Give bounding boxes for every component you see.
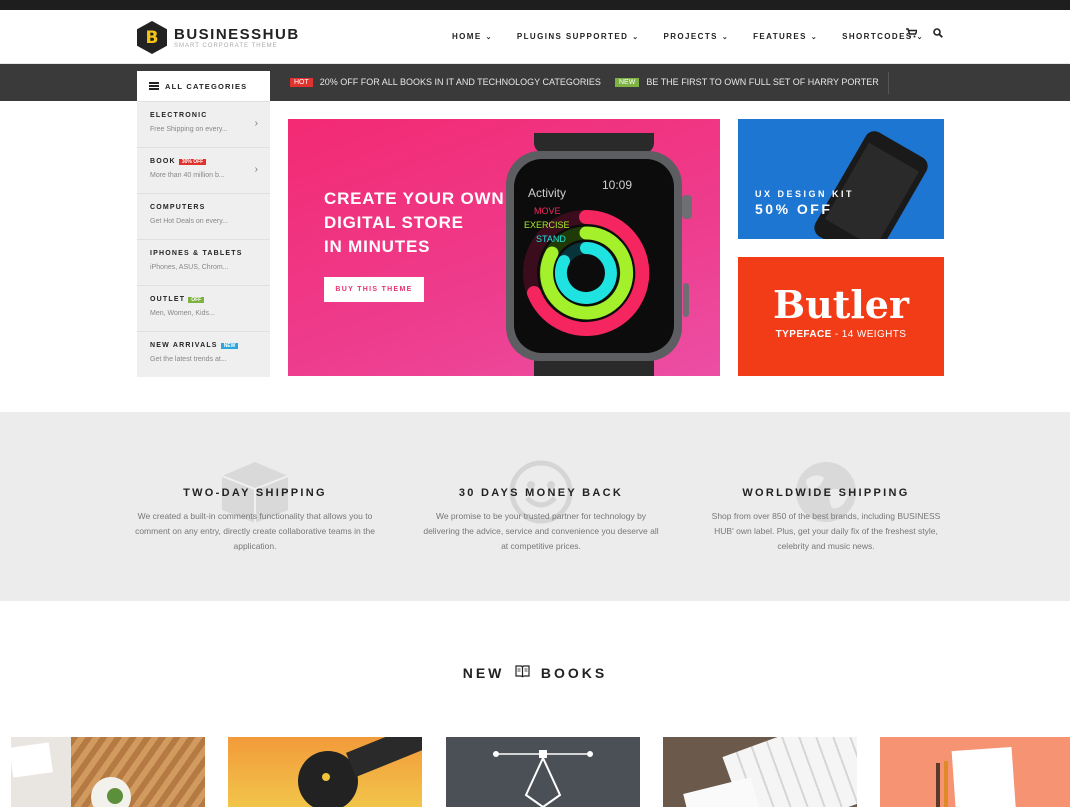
promo-text: BE THE FIRST TO OWN FULL SET OF HARRY PO…: [646, 77, 879, 87]
category-sub: Get the latest trends at...: [150, 356, 227, 363]
category-item-electronic[interactable]: ELECTRONIC Free Shipping on every... ›: [137, 101, 270, 147]
feature-title: WORLDWIDE SHIPPING: [742, 487, 910, 499]
promo-hot[interactable]: HOT 20% OFF FOR ALL BOOKS IN IT AND TECH…: [290, 77, 601, 87]
book-card[interactable]: [880, 737, 1070, 807]
book-card[interactable]: [228, 737, 422, 807]
nav-item-home[interactable]: HOME ⌄: [452, 32, 493, 41]
feature-title: TWO-DAY SHIPPING: [183, 487, 327, 499]
chevron-down-icon: ⌄: [721, 33, 730, 41]
promo-new[interactable]: NEW BE THE FIRST TO OWN FULL SET OF HARR…: [615, 77, 879, 87]
chevron-down-icon: ⌄: [632, 33, 640, 41]
nav-item-plugins[interactable]: PLUGINS SUPPORTED ⌄: [517, 32, 640, 41]
chevron-down-icon: ⌄: [485, 33, 493, 41]
top-strip: [0, 0, 1070, 10]
nav-item-features[interactable]: FEATURES ⌄: [753, 32, 818, 41]
hot-badge: HOT: [290, 77, 313, 87]
feature-text: We created a built-in comments functiona…: [135, 511, 375, 551]
watch-app-label: Activity: [528, 186, 566, 200]
nav-label: FEATURES: [753, 32, 807, 41]
hero-title-line: IN MINUTES: [324, 237, 431, 256]
butler-banner[interactable]: Butler TYPEFACE - 14 WEIGHTS: [738, 257, 944, 376]
ux-kit-text: UX DESIGN KIT 50% OFF: [755, 189, 854, 217]
book-card[interactable]: [11, 737, 205, 807]
category-sub: Get Hot Deals on every...: [150, 218, 229, 225]
category-title: NEW ARRIVALS: [150, 342, 218, 349]
chevron-right-icon: ›: [254, 164, 258, 175]
category-title: BOOK: [150, 158, 176, 165]
site-header: B BUSINESSHUB SMART CORPORATE THEME HOME…: [0, 10, 1070, 64]
category-badge: 30% OFF: [178, 158, 207, 165]
chevron-down-icon: ⌄: [810, 33, 819, 41]
heading-word: BOOKS: [540, 665, 608, 681]
watch-time: 10:09: [602, 178, 632, 192]
category-sub: Free Shipping on every...: [150, 126, 228, 133]
category-item-new-arrivals[interactable]: NEW ARRIVALS NEW Get the latest trends at…: [137, 331, 270, 377]
hero-title: CREATE YOUR OWN DIGITAL STORE IN MINUTES: [324, 187, 514, 259]
category-title: COMPUTERS: [150, 204, 206, 211]
logo-hex-icon: B: [137, 21, 167, 54]
smartwatch-image: Activity 10:09 MOVE EXERCISE STAND: [506, 133, 692, 376]
book-icon: [515, 665, 537, 681]
feature-worldwide: WORLDWIDE SHIPPING Shop from over 850 of…: [706, 458, 946, 554]
all-categories-toggle[interactable]: ALL CATEGORIES: [137, 71, 270, 101]
category-item-outlet[interactable]: OUTLET OFF Men, Women, Kids...: [137, 285, 270, 331]
brand-name: BUSINESSHUB: [174, 25, 300, 43]
heading-word: NEW: [462, 665, 505, 681]
features-section: TWO-DAY SHIPPING We created a built-in c…: [0, 412, 1070, 601]
feature-text: We promise to be your trusted partner fo…: [423, 511, 659, 551]
nav-label: PROJECTS: [663, 32, 718, 41]
ux-kit-title: UX DESIGN KIT: [755, 189, 855, 199]
categories-header: ALL CATEGORIES: [165, 81, 248, 91]
category-badge: OFF: [188, 296, 205, 303]
feature-text: Shop from over 850 of the best brands, i…: [711, 511, 941, 551]
search-icon[interactable]: [933, 28, 943, 41]
feature-money-back: 30 DAYS MONEY BACK We promise to be your…: [421, 458, 661, 554]
category-item-computers[interactable]: COMPUTERS Get Hot Deals on every...: [137, 193, 270, 239]
pen-tool-icon: [493, 750, 593, 807]
butler-sub-bold: TYPEFACE: [775, 329, 832, 340]
cart-icon[interactable]: [906, 28, 919, 41]
nav-label: PLUGINS SUPPORTED: [516, 32, 629, 41]
new-badge: NEW: [615, 77, 640, 87]
nav-label: HOME: [452, 32, 482, 41]
category-sub: iPhones, ASUS, Chrom...: [150, 264, 229, 271]
category-sub: More than 40 million b...: [150, 172, 225, 179]
menu-icon: [149, 82, 159, 90]
new-books-heading: NEW BOOKS: [0, 665, 1070, 681]
divider: [888, 72, 889, 94]
ux-kit-discount: 50% OFF: [755, 201, 833, 217]
chevron-right-icon: ›: [254, 118, 258, 129]
category-title: OUTLET: [150, 296, 186, 303]
category-title: IPHONES & TABLETS: [150, 250, 243, 257]
categories-menu: ALL CATEGORIES ELECTRONIC Free Shipping …: [137, 71, 270, 377]
butler-sub-rest: - 14 WEIGHTS: [831, 329, 907, 340]
ring-stand-label: STAND: [536, 234, 566, 244]
brand-logo[interactable]: B BUSINESSHUB SMART CORPORATE THEME: [137, 21, 300, 54]
category-badge: NEW: [220, 342, 239, 349]
category-sub: Men, Women, Kids...: [150, 310, 215, 317]
buy-theme-button[interactable]: BUY THIS THEME: [324, 277, 424, 302]
category-item-iphones[interactable]: IPHONES & TABLETS iPhones, ASUS, Chrom..…: [137, 239, 270, 285]
hero-title-line: CREATE YOUR OWN: [324, 189, 505, 208]
header-icons: [906, 28, 959, 41]
ux-kit-banner[interactable]: UX DESIGN KIT 50% OFF: [738, 119, 944, 239]
ring-move-label: MOVE: [534, 206, 561, 216]
phone-image: [810, 127, 932, 239]
category-title: ELECTRONIC: [150, 112, 208, 119]
hero-banner[interactable]: CREATE YOUR OWN DIGITAL STORE IN MINUTES…: [288, 119, 720, 376]
nav-item-projects[interactable]: PROJECTS ⌄: [664, 32, 730, 41]
category-item-book[interactable]: BOOK 30% OFF More than 40 million b... ›: [137, 147, 270, 193]
feature-shipping: TWO-DAY SHIPPING We created a built-in c…: [135, 458, 375, 554]
promo-text: 20% OFF FOR ALL BOOKS IN IT AND TECHNOLO…: [319, 77, 601, 87]
book-card[interactable]: [663, 737, 857, 807]
butler-title: Butler: [773, 282, 909, 327]
ring-exercise-label: EXERCISE: [524, 220, 570, 230]
brand-tagline: SMART CORPORATE THEME: [174, 42, 278, 49]
butler-subtitle: TYPEFACE - 14 WEIGHTS: [738, 329, 944, 340]
nav-label: SHORTCODES: [842, 32, 913, 41]
main-nav: HOME ⌄ PLUGINS SUPPORTED ⌄ PROJECTS ⌄ FEATU…: [452, 32, 948, 41]
book-card[interactable]: [446, 737, 640, 807]
feature-title: 30 DAYS MONEY BACK: [458, 487, 624, 499]
hero-title-line: DIGITAL STORE: [324, 213, 464, 232]
